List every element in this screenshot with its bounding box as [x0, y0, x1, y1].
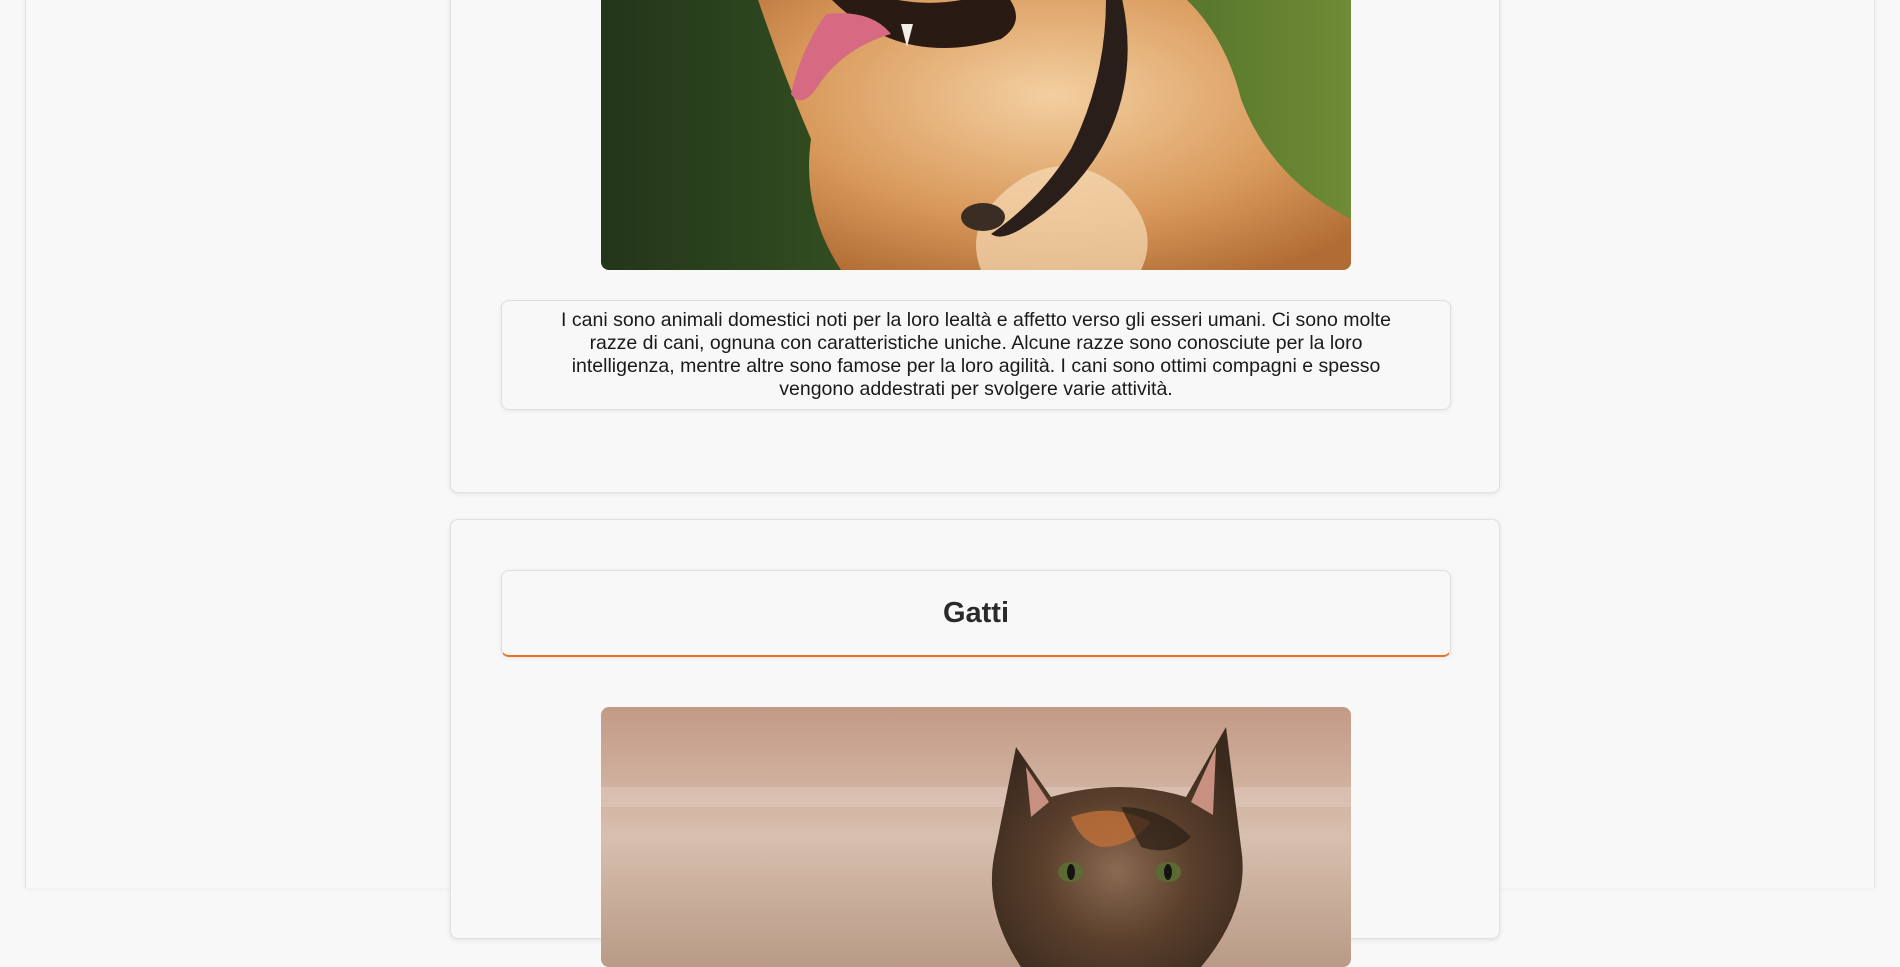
cats-heading: Gatti [942, 596, 1010, 629]
cats-heading-box: Gatti [501, 570, 1451, 657]
cat-image [601, 707, 1351, 967]
page-container: I cani sono animali domestici noti per l… [25, 0, 1875, 967]
dogs-section-card: I cani sono animali domestici noti per l… [450, 0, 1500, 493]
dogs-description-text: I cani sono animali domestici noti per l… [561, 309, 1391, 400]
dog-image [601, 0, 1351, 270]
cats-section-card: Gatti [450, 519, 1500, 967]
dogs-description-box: I cani sono animali domestici noti per l… [501, 300, 1451, 410]
